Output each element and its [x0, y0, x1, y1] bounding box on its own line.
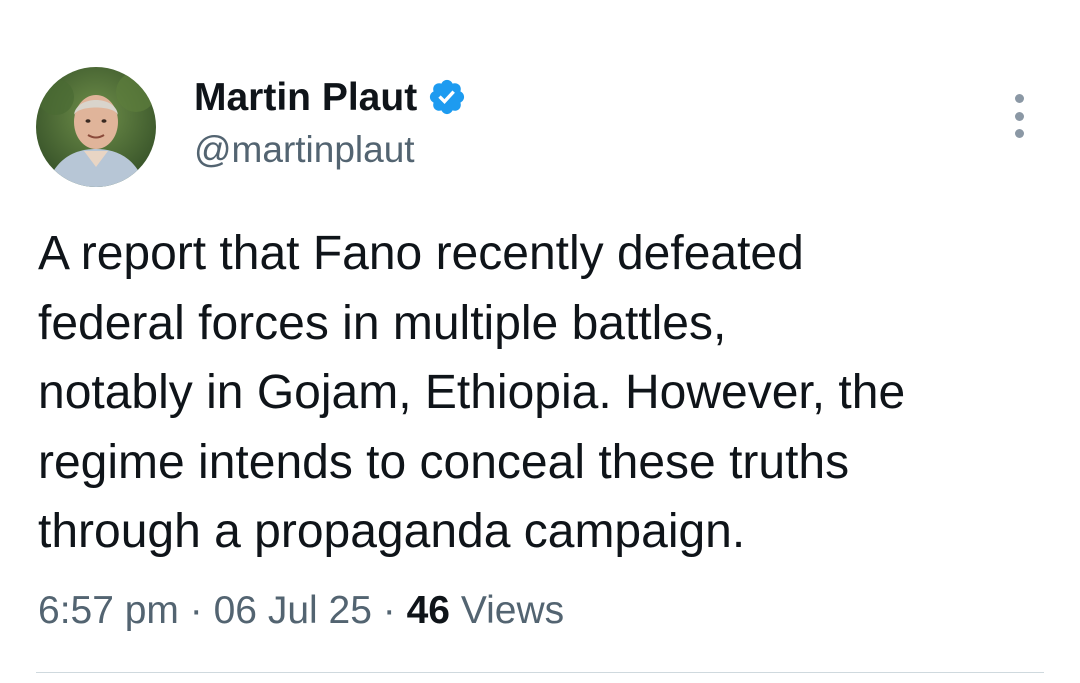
- author-name-row: Martin Plaut: [194, 72, 467, 122]
- tweet-date[interactable]: 06 Jul 25: [214, 589, 372, 632]
- meta-separator: ·: [382, 589, 396, 632]
- meta-separator: ·: [189, 589, 203, 632]
- more-vertical-icon-dot: [1014, 111, 1024, 121]
- views-count[interactable]: 46: [407, 589, 450, 632]
- author-handle[interactable]: @martinplaut: [194, 128, 415, 172]
- verified-badge-icon: [430, 79, 465, 115]
- tweet-meta: 6:57 pm · 06 Jul 25 · 46 Views: [38, 588, 564, 635]
- tweet-text: A report that Fano recently defeated fed…: [38, 227, 906, 558]
- views-label: Views: [460, 589, 565, 632]
- author-name[interactable]: Martin Plaut: [194, 78, 417, 117]
- more-options-button[interactable]: [1003, 94, 1035, 138]
- tweet-card: Martin Plaut @martinplaut A report that …: [0, 0, 1080, 683]
- divider: [36, 672, 1044, 673]
- more-vertical-icon-dot: [1014, 129, 1024, 138]
- author-avatar[interactable]: [36, 67, 156, 187]
- tweet-time[interactable]: 6:57 pm: [38, 589, 179, 632]
- more-vertical-icon: [1014, 94, 1024, 103]
- profile-photo-icon: [36, 67, 156, 187]
